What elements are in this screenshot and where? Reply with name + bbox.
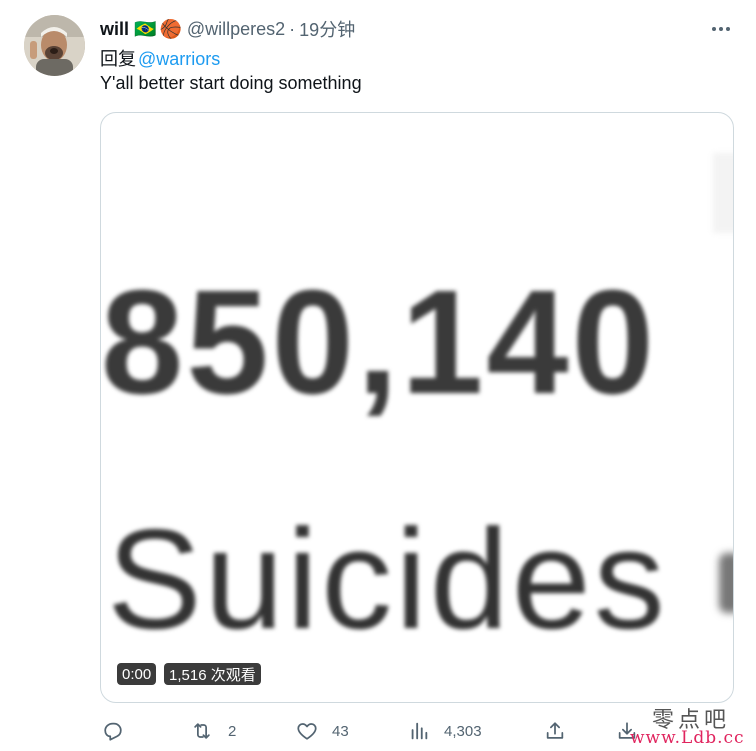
reply-mention-link[interactable]: @warriors xyxy=(138,49,220,69)
views-icon xyxy=(411,722,428,740)
brazil-flag-icon: 🇧🇷 xyxy=(134,18,157,39)
tweet-timestamp[interactable]: 19分钟 xyxy=(299,16,355,42)
watermark-url: www.Ldb.cc xyxy=(630,728,745,748)
author-name[interactable]: will xyxy=(100,19,129,40)
views-button[interactable]: 4,303 xyxy=(408,718,482,744)
video-views-badge: 1,516 次观看 xyxy=(164,663,261,685)
reply-button[interactable] xyxy=(102,718,124,744)
like-button[interactable]: 43 xyxy=(296,718,349,744)
replying-to: 回复 @warriors xyxy=(100,45,220,71)
tweet-header: will 🇧🇷 🏀 @willperes2 · 19分钟 xyxy=(100,16,355,42)
video-caption-number: 850,140 xyxy=(101,260,657,425)
video-caption-word: Suicides xyxy=(107,500,668,659)
reply-icon xyxy=(104,722,122,741)
avatar[interactable] xyxy=(24,15,85,76)
video-duration-badge: 0:00 xyxy=(117,663,157,685)
like-count: 43 xyxy=(332,722,349,740)
share-icon xyxy=(546,722,564,739)
like-icon xyxy=(297,723,317,740)
views-count: 4,303 xyxy=(444,722,482,740)
retweet-count: 2 xyxy=(228,722,237,740)
more-icon xyxy=(712,27,730,31)
avatar-image xyxy=(24,15,85,76)
tweet-text: Y'all better start doing something xyxy=(100,73,362,93)
video-frame: 850,140 Suicides xyxy=(101,113,733,702)
video-frame-edge-glyph xyxy=(719,553,733,613)
video-frame-edge xyxy=(713,153,733,233)
separator-dot: · xyxy=(289,18,296,39)
site-watermark: 零点吧 www.Ldb.cc xyxy=(628,700,756,751)
tweet-card[interactable]: will 🇧🇷 🏀 @willperes2 · 19分钟 回复 @warriors… xyxy=(0,0,756,751)
video-player[interactable]: 850,140 Suicides 0:00 1,516 次观看 xyxy=(100,112,734,703)
retweet-icon xyxy=(194,723,210,739)
reply-prefix: 回复 xyxy=(100,49,136,69)
share-button[interactable] xyxy=(544,718,566,744)
basketball-icon: 🏀 xyxy=(159,18,182,39)
retweet-button[interactable]: 2 xyxy=(190,718,236,744)
author-handle[interactable]: @willperes2 xyxy=(187,19,285,40)
more-options-button[interactable] xyxy=(708,16,734,42)
